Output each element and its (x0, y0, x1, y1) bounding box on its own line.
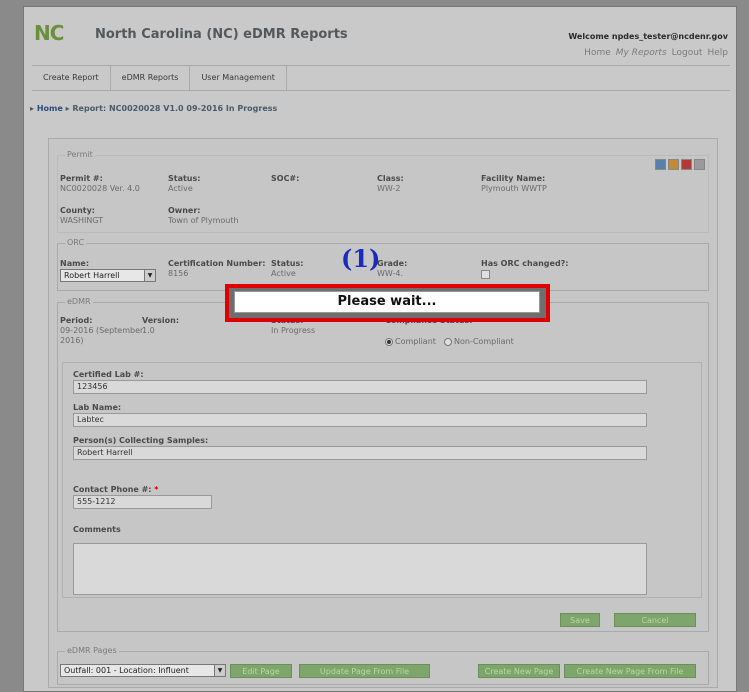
report-form: Permit Permit #: NC0020028 Ver. 4.0 Stat… (48, 138, 718, 688)
tab-edmr-reports[interactable]: eDMR Reports (111, 66, 191, 90)
version-label: Version: (142, 316, 180, 325)
chevron-down-icon: ▼ (144, 270, 155, 281)
cert-number-label: Certification Number: (168, 259, 266, 268)
orc-status-label: Status: (271, 259, 304, 268)
logout-link[interactable]: Logout (672, 48, 703, 58)
edit-page-button[interactable]: Edit Page (230, 664, 292, 678)
tab-create-report[interactable]: Create Report (32, 66, 111, 90)
breadcrumb: ▸ Home ▸ Report: NC0020028 V1.0 09-2016 … (30, 104, 277, 113)
persons-input[interactable]: Robert Harrell (73, 446, 647, 460)
compliant-label: Compliant (395, 337, 436, 346)
help-link[interactable]: Help (707, 48, 728, 58)
phone-label: Contact Phone #: * (73, 485, 159, 494)
county-label: County: (60, 206, 95, 215)
permit-number-value: NC0020028 Ver. 4.0 (60, 184, 140, 193)
cancel-button[interactable]: Cancel (614, 613, 696, 627)
chevron-down-icon: ▼ (214, 665, 225, 676)
lab-name-label: Lab Name: (73, 403, 122, 412)
please-wait-dialog: Please wait... (225, 284, 550, 322)
class-label: Class: (377, 174, 404, 183)
welcome-text: Welcome npdes_tester@ncdenr.gov (568, 32, 728, 41)
edmr-pages-legend: eDMR Pages (65, 646, 119, 655)
my-reports-link[interactable]: My Reports (616, 48, 667, 58)
cert-lab-label: Certified Lab #: (73, 370, 144, 379)
create-new-page-button[interactable]: Create New Page (478, 664, 560, 678)
home-link[interactable]: Home (584, 48, 611, 58)
non-compliant-label: Non-Compliant (454, 337, 514, 346)
orc-status-value: Active (271, 269, 296, 278)
annotation-marker: (1) (341, 244, 381, 273)
period-label: Period: (60, 316, 93, 325)
period-value: 09-2016 (September (60, 326, 144, 335)
orc-changed-checkbox[interactable] (481, 270, 490, 279)
lab-name-input[interactable]: Labtec (73, 413, 647, 427)
comments-textarea[interactable] (73, 543, 647, 595)
top-links: Home My Reports Logout Help (584, 48, 728, 58)
persons-label: Person(s) Collecting Samples: (73, 436, 209, 445)
soc-label: SOC#: (271, 174, 300, 183)
edmr-pages-section: eDMR Pages Outfall: 001 - Location: Infl… (57, 646, 709, 685)
breadcrumb-current: Report: NC0020028 V1.0 09-2016 In Progre… (72, 104, 278, 113)
save-button[interactable]: Save (560, 613, 600, 627)
edmr-section: eDMR Period: 09-2016 (September 2016) Ve… (57, 297, 709, 632)
breadcrumb-sep-icon: ▸ (65, 104, 70, 113)
permit-status-label: Status: (168, 174, 201, 183)
facility-value: Plymouth WWTP (481, 184, 547, 193)
grade-value: WW-4. (377, 269, 404, 278)
comments-label: Comments (73, 525, 121, 534)
edmr-status-value: In Progress (271, 326, 316, 335)
nc-logo: NC (34, 21, 64, 45)
lab-panel: Certified Lab #: 123456 Lab Name: Labtec… (62, 362, 702, 598)
cert-number-value: 8156 (168, 269, 189, 278)
orc-legend: ORC (65, 238, 87, 247)
facility-label: Facility Name: (481, 174, 546, 183)
compliant-radio[interactable] (385, 338, 393, 346)
orc-name-select[interactable]: Robert Harrell ▼ (60, 269, 156, 282)
edmr-legend: eDMR (65, 297, 93, 306)
permit-number-label: Permit #: (60, 174, 103, 183)
main-nav: Create Report eDMR Reports User Manageme… (32, 65, 730, 91)
owner-label: Owner: (168, 206, 201, 215)
grade-label: Grade: (377, 259, 408, 268)
permit-legend: Permit (65, 150, 95, 159)
permit-status-value: Active (168, 184, 193, 193)
non-compliant-radio[interactable] (444, 338, 452, 346)
outfall-select[interactable]: Outfall: 001 - Location: Influent ▼ (60, 664, 226, 677)
phone-input[interactable]: 555-1212 (73, 495, 212, 509)
owner-value: Town of Plymouth (168, 216, 239, 225)
please-wait-message: Please wait... (234, 291, 540, 313)
period-value-cont: 2016) (60, 336, 84, 345)
orc-name-label: Name: (60, 259, 90, 268)
permit-section: Permit Permit #: NC0020028 Ver. 4.0 Stat… (57, 150, 709, 233)
app-window: NC North Carolina (NC) eDMR Reports Welc… (23, 6, 737, 692)
breadcrumb-sep-icon: ▸ (30, 104, 35, 113)
version-value: 1.0 (142, 326, 155, 335)
class-value: WW-2 (377, 184, 401, 193)
create-new-page-from-file-button[interactable]: Create New Page From File (564, 664, 696, 678)
update-page-from-file-button[interactable]: Update Page From File (299, 664, 430, 678)
orc-changed-label: Has ORC changed?: (481, 259, 569, 268)
tab-user-management[interactable]: User Management (190, 66, 287, 90)
breadcrumb-home[interactable]: Home (37, 104, 63, 113)
app-title: North Carolina (NC) eDMR Reports (95, 27, 348, 42)
cert-lab-input[interactable]: 123456 (73, 380, 647, 394)
county-value: WASHINGT (60, 216, 104, 225)
